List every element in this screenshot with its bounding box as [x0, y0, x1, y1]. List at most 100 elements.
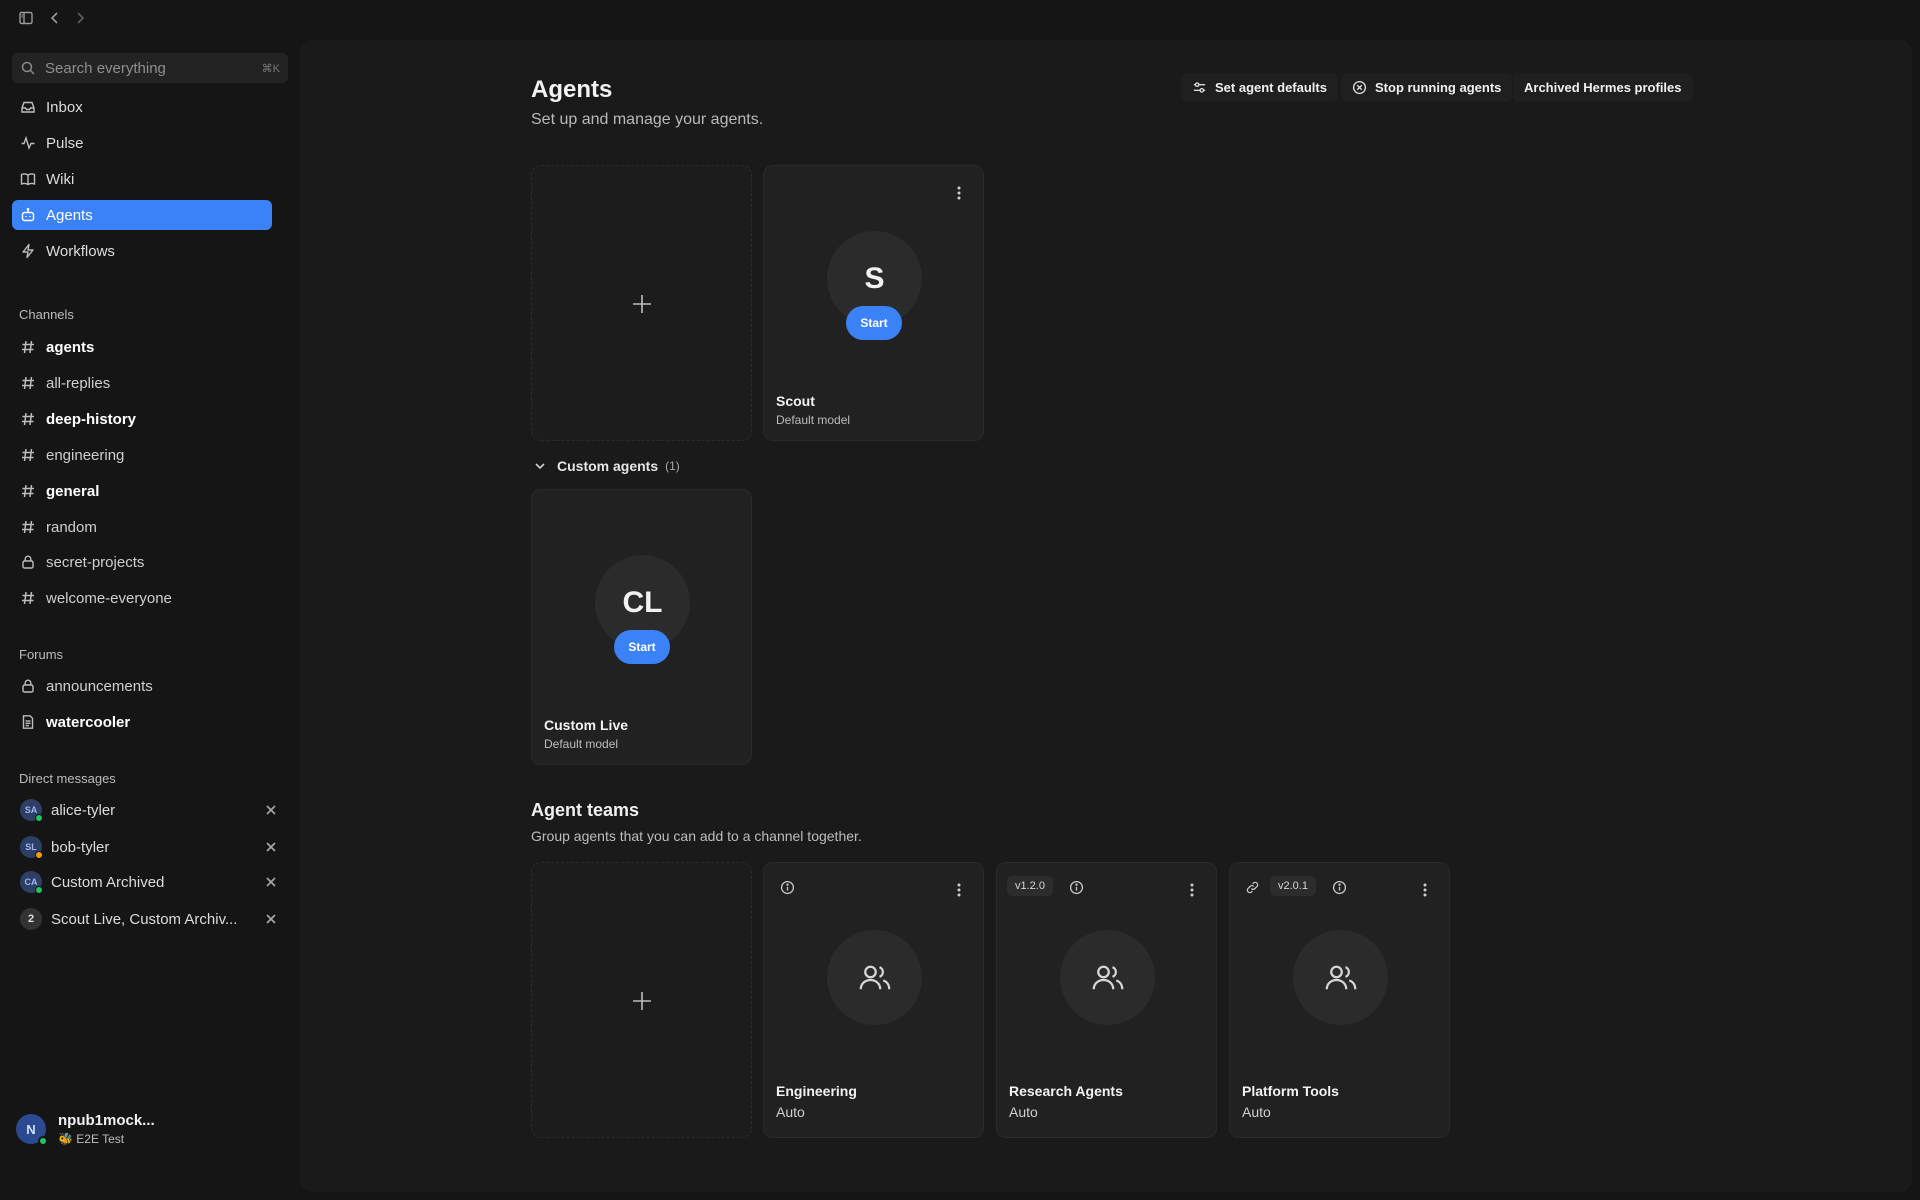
- user-status: 🐝 E2E Test: [58, 1132, 125, 1146]
- info-icon[interactable]: [1069, 880, 1084, 895]
- archived-hermes-profiles-button[interactable]: Archived Hermes profiles: [1513, 73, 1693, 102]
- dm-label: alice-tyler: [51, 801, 116, 819]
- lock-icon: [20, 554, 36, 570]
- channel-item-welcome-everyone[interactable]: welcome-everyone: [12, 583, 288, 613]
- status-dot: [35, 886, 43, 894]
- user-name: npub1mock...: [58, 1112, 155, 1129]
- channel-label: engineering: [46, 446, 125, 464]
- team-card-platform-tools[interactable]: v2.0.1 Platform Tools Auto: [1229, 862, 1450, 1138]
- team-mode: Auto: [1009, 1104, 1038, 1120]
- stop-running-agents-button[interactable]: Stop running agents: [1341, 73, 1513, 102]
- forums-heading: Forums: [19, 647, 64, 662]
- forward-arrow-icon[interactable]: [72, 10, 92, 30]
- close-icon[interactable]: [264, 840, 278, 854]
- agent-card-scout[interactable]: S Start Scout Default model: [763, 165, 984, 441]
- users-icon: [1293, 930, 1388, 1025]
- channel-label: secret-projects: [46, 553, 145, 571]
- close-icon[interactable]: [264, 875, 278, 889]
- dm-label: bob-tyler: [51, 838, 110, 856]
- team-card-engineering[interactable]: Engineering Auto: [763, 862, 984, 1138]
- group-count-avatar: 2: [20, 908, 42, 930]
- info-icon[interactable]: [780, 880, 795, 895]
- sliders-icon: [1192, 80, 1207, 95]
- sidebar-toggle-icon[interactable]: [18, 10, 38, 30]
- search-input[interactable]: Search everything ⌘K: [12, 53, 288, 83]
- page-title: Agents: [531, 76, 613, 103]
- search-icon: [20, 60, 36, 76]
- team-name: Research Agents: [1009, 1083, 1123, 1099]
- sidebar: Search everything ⌘K Inbox Pulse Wiki Ag…: [0, 40, 300, 1200]
- channel-item-random[interactable]: random: [12, 512, 288, 542]
- dm-item-bob-tyler[interactable]: SL bob-tyler: [12, 832, 288, 862]
- more-options-icon[interactable]: [957, 185, 961, 201]
- avatar: SL: [20, 836, 43, 859]
- forum-item-watercooler[interactable]: watercooler: [12, 707, 288, 737]
- dm-item-alice-tyler[interactable]: SA alice-tyler: [12, 795, 288, 825]
- channel-item-all-replies[interactable]: all-replies: [12, 368, 288, 398]
- avatar: N: [16, 1114, 48, 1146]
- nav-item-workflows[interactable]: Workflows: [12, 236, 272, 266]
- dm-label: Custom Archived: [51, 873, 165, 891]
- channel-item-engineering[interactable]: engineering: [12, 440, 288, 470]
- channel-label: general: [46, 482, 100, 500]
- dm-item-group[interactable]: 2 Scout Live, Custom Archiv...: [12, 904, 288, 934]
- avatar: SA: [20, 799, 43, 822]
- dm-item-custom-archived[interactable]: CA Custom Archived: [12, 867, 288, 897]
- more-options-icon[interactable]: [1190, 882, 1194, 898]
- book-icon: [20, 171, 36, 187]
- hash-icon: [20, 411, 36, 427]
- channel-label: random: [46, 518, 97, 536]
- version-badge: v2.0.1: [1270, 876, 1316, 896]
- more-options-icon[interactable]: [957, 882, 961, 898]
- status-dot: [35, 814, 43, 822]
- channels-heading: Channels: [19, 307, 74, 322]
- group-count: (1): [665, 459, 680, 473]
- channel-item-general[interactable]: general: [12, 476, 288, 506]
- channel-item-deep-history[interactable]: deep-history: [12, 404, 288, 434]
- inbox-icon: [20, 99, 36, 115]
- teams-title: Agent teams: [531, 800, 640, 820]
- agent-card-custom-live[interactable]: CL Start Custom Live Default model: [531, 489, 752, 765]
- dms-heading: Direct messages: [19, 771, 116, 786]
- back-arrow-icon[interactable]: [47, 10, 67, 30]
- forum-label: announcements: [46, 677, 153, 695]
- nav-label: Agents: [46, 206, 93, 224]
- hash-icon: [20, 447, 36, 463]
- team-card-research-agents[interactable]: v1.2.0 Research Agents Auto: [996, 862, 1217, 1138]
- hash-icon: [20, 375, 36, 391]
- channel-item-agents[interactable]: agents: [12, 332, 288, 362]
- hash-icon: [20, 590, 36, 606]
- add-team-card[interactable]: [531, 862, 752, 1138]
- current-user[interactable]: N npub1mock... 🐝 E2E Test: [16, 1107, 286, 1151]
- channel-item-secret-projects[interactable]: secret-projects: [12, 547, 288, 577]
- team-name: Engineering: [776, 1083, 857, 1099]
- nav-item-wiki[interactable]: Wiki: [12, 164, 272, 194]
- close-icon[interactable]: [264, 803, 278, 817]
- more-options-icon[interactable]: [1423, 882, 1427, 898]
- agent-model: Default model: [776, 413, 851, 427]
- channel-label: deep-history: [46, 410, 137, 428]
- hash-icon: [20, 519, 36, 535]
- nav-item-pulse[interactable]: Pulse: [12, 128, 272, 158]
- set-agent-defaults-button[interactable]: Set agent defaults: [1181, 73, 1338, 102]
- dm-label: Scout Live, Custom Archiv...: [51, 910, 238, 928]
- nav-item-agents[interactable]: Agents: [12, 200, 272, 230]
- forum-item-announcements[interactable]: announcements: [12, 671, 288, 701]
- pulse-icon: [20, 135, 36, 151]
- bot-icon: [20, 207, 36, 223]
- users-icon: [1060, 930, 1155, 1025]
- avatar: CA: [20, 871, 43, 894]
- lock-icon: [20, 678, 36, 694]
- channel-label: all-replies: [46, 374, 111, 392]
- close-icon[interactable]: [264, 912, 278, 926]
- add-agent-card[interactable]: [531, 165, 752, 441]
- custom-agents-toggle[interactable]: Custom agents (1): [533, 458, 680, 474]
- nav-label: Workflows: [46, 242, 115, 260]
- agent-model: Default model: [544, 737, 619, 751]
- start-button[interactable]: Start: [614, 630, 670, 664]
- info-icon[interactable]: [1332, 880, 1347, 895]
- nav-item-inbox[interactable]: Inbox: [12, 92, 272, 122]
- teams-subtitle: Group agents that you can add to a chann…: [531, 828, 862, 844]
- channel-label: agents: [46, 338, 95, 356]
- start-button[interactable]: Start: [846, 306, 902, 340]
